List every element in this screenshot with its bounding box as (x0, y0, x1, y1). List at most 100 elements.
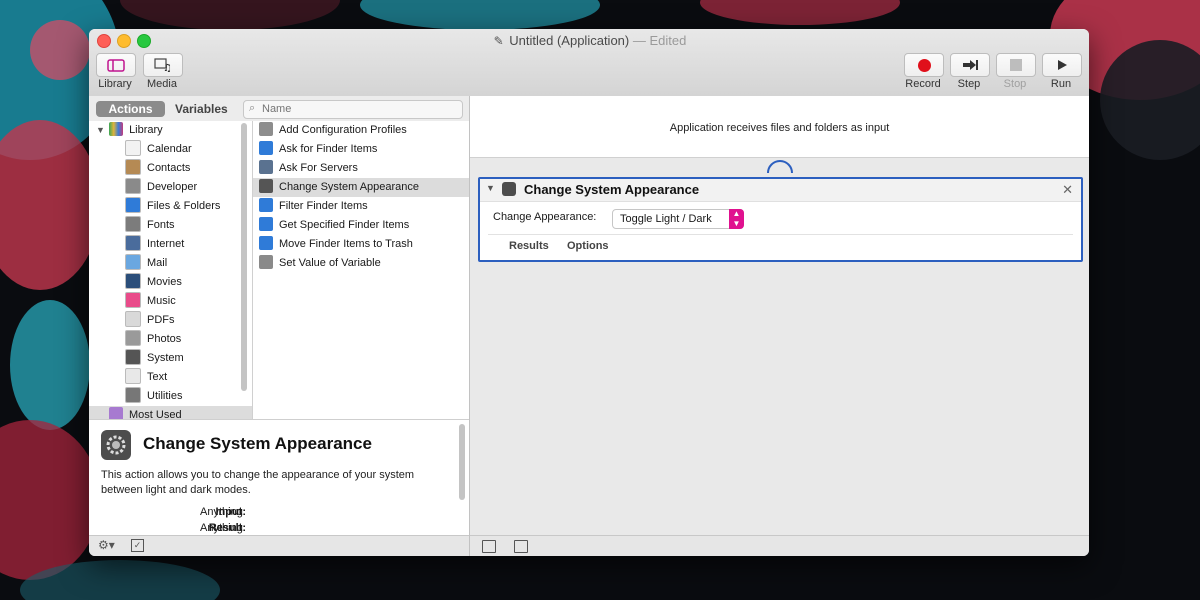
record-button[interactable] (904, 53, 944, 77)
contacts-icon (125, 159, 141, 176)
description-title: Change System Appearance (143, 434, 372, 453)
description-scrollbar[interactable] (459, 424, 465, 500)
sidebar-item-fonts[interactable]: Fonts (125, 216, 175, 235)
action-description: Change System Appearance This action all… (89, 419, 469, 536)
sidebar-item-contacts[interactable]: Contacts (125, 159, 190, 178)
input-value: Anything (200, 506, 243, 518)
action-item-label: Add Configuration Profiles (279, 124, 407, 136)
automator-window: ✎ Untitled (Application) — Edited Librar… (89, 29, 1089, 556)
variable-icon (259, 255, 273, 270)
movies-icon (125, 273, 141, 290)
library-list[interactable]: ▼ Library Calendar Contacts Developer Files… (89, 121, 253, 419)
library-button[interactable] (96, 53, 136, 77)
select-arrows-icon: ▲ ▼ (729, 209, 744, 229)
action-card-header: ▼ Change System Appearance ✕ (480, 179, 1081, 202)
sidebar-item-label: Calendar (147, 143, 192, 155)
action-item-get-specified-finder-items[interactable]: Get Specified Finder Items (253, 216, 469, 235)
search-input[interactable] (262, 102, 452, 116)
options-button[interactable]: Options (567, 240, 609, 252)
remove-action-icon[interactable]: ✕ (1062, 182, 1073, 198)
action-item-ask-for-servers[interactable]: Ask For Servers (253, 159, 469, 178)
action-item-move-finder-items-to-trash[interactable]: Move Finder Items to Trash (253, 235, 469, 254)
fonts-icon (125, 216, 141, 233)
collapse-triangle-icon[interactable]: ▼ (486, 183, 495, 193)
sidebar-item-pdfs[interactable]: PDFs (125, 311, 175, 330)
action-item-ask-for-finder-items[interactable]: Ask for Finder Items (253, 140, 469, 159)
sidebar-item-internet[interactable]: Internet (125, 235, 184, 254)
results-button[interactable]: Results (509, 240, 549, 252)
workflow-input-text: Application receives files and folders a… (669, 122, 890, 134)
log-view-icon[interactable] (514, 540, 528, 553)
action-item-label: Change System Appearance (279, 181, 420, 193)
card-separator (488, 234, 1073, 235)
play-icon (1058, 60, 1067, 70)
workflow-input-header: Application receives files and folders a… (470, 96, 1089, 158)
action-item-set-value-of-variable[interactable]: Set Value of Variable (253, 254, 469, 273)
run-label: Run (1050, 78, 1072, 90)
window-title-text: Untitled (Application) (509, 33, 630, 48)
disclosure-triangle-icon[interactable]: ▼ (96, 121, 106, 140)
appearance-select[interactable]: Toggle Light / Dark ▲ ▼ (612, 209, 744, 229)
sidebar-item-text[interactable]: Text (125, 368, 167, 387)
finder-icon (259, 141, 273, 156)
run-button[interactable] (1042, 53, 1082, 77)
sidebar-item-label: Mail (147, 257, 168, 269)
sidebar-item-mail[interactable]: Mail (125, 254, 167, 273)
system-icon (125, 349, 141, 366)
library-root-item[interactable]: ▼ Library (96, 121, 163, 140)
sidebar-item-label: Utilities (147, 390, 183, 402)
media-button[interactable]: ♫ (143, 53, 183, 77)
sidebar-item-photos[interactable]: Photos (125, 330, 181, 349)
result-value: Anything (200, 522, 243, 534)
library-root-label: Library (129, 124, 163, 136)
most-used-icon (109, 407, 123, 419)
connector-icon (767, 160, 793, 173)
sidebar-item-label: Movies (147, 276, 182, 288)
action-item-add-configuration-profiles[interactable]: Add Configuration Profiles (253, 121, 469, 140)
sidebar-item-calendar[interactable]: Calendar (125, 140, 192, 159)
library-scrollbar[interactable] (241, 123, 247, 391)
sidebar-item-label: Developer (147, 181, 198, 193)
action-item-change-system-appearance[interactable]: Change System Appearance (253, 178, 469, 197)
sidebar-item-label: PDFs (147, 314, 175, 326)
most-used-item[interactable]: Most Used (89, 406, 252, 419)
sidebar-item-music[interactable]: Music (125, 292, 176, 311)
photos-icon (125, 330, 141, 347)
list-view-icon[interactable] (482, 540, 496, 553)
record-icon (917, 58, 931, 72)
change-appearance-label: Change Appearance: (493, 211, 597, 223)
sidebar-item-developer[interactable]: Developer (125, 178, 197, 197)
stop-button[interactable] (996, 53, 1036, 77)
sidebar-item-system[interactable]: System (125, 349, 184, 368)
automator-document-icon: ✎ (493, 34, 504, 48)
action-item-label: Ask For Servers (279, 162, 358, 174)
sidebar-item-utilities[interactable]: Utilities (125, 387, 182, 406)
system-icon (259, 179, 273, 194)
media-icon: ♫ (154, 58, 172, 72)
action-item-label: Get Specified Finder Items (279, 219, 410, 231)
edited-status: — Edited (632, 33, 687, 48)
search-field[interactable]: ⌕ (243, 100, 463, 119)
description-toggle-icon[interactable]: ✓ (131, 539, 144, 552)
appearance-select-value: Toggle Light / Dark (620, 213, 712, 225)
profile-icon (259, 122, 273, 137)
stop-icon (1010, 59, 1022, 71)
action-card-title: Change System Appearance (524, 182, 700, 197)
gear-icon[interactable]: ⚙▾ (98, 538, 115, 552)
step-button[interactable] (950, 53, 990, 77)
workflow-area[interactable]: Application receives files and folders a… (470, 96, 1089, 535)
tab-actions[interactable]: Actions (96, 101, 165, 117)
action-card[interactable]: ▼ Change System Appearance ✕ Change Appe… (478, 177, 1083, 262)
workflow-bottom-bar (470, 535, 1089, 556)
sidebar-item-files-folders[interactable]: Files & Folders (125, 197, 220, 216)
actions-list[interactable]: Add Configuration Profiles Ask for Finder… (253, 121, 469, 419)
text-icon (125, 368, 141, 385)
sidebar-item-movies[interactable]: Movies (125, 273, 182, 292)
action-item-label: Filter Finder Items (279, 200, 368, 212)
sidebar-item-label: Files & Folders (147, 200, 221, 212)
library-tabs: Actions Variables ⌕ (89, 96, 469, 121)
action-item-filter-finder-items[interactable]: Filter Finder Items (253, 197, 469, 216)
tab-variables[interactable]: Variables (175, 101, 228, 117)
library-bottom-bar: ⚙▾ ✓ (89, 535, 469, 556)
media-label: Media (147, 78, 177, 90)
